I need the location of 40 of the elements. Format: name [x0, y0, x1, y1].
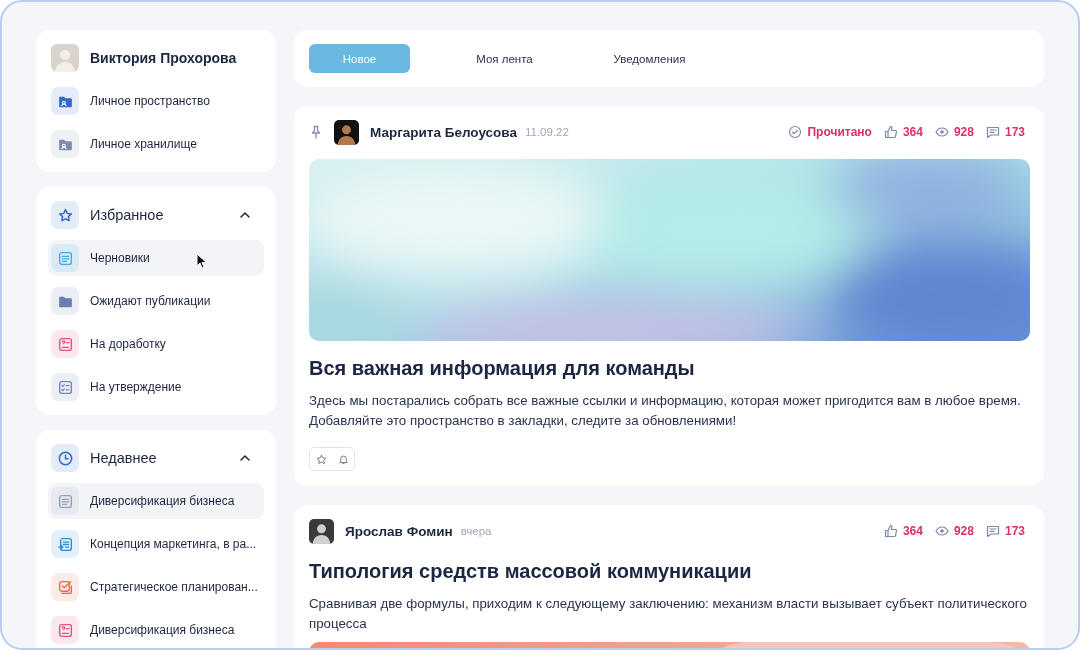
sidebar-item[interactable]: Личное хранилище [48, 126, 264, 162]
thumbs-up-icon [883, 524, 898, 538]
author-name: Ярослав Фомин [345, 523, 453, 539]
bell-icon [337, 453, 349, 465]
stat-count: 928 [953, 125, 974, 139]
post-date: вчера [460, 525, 492, 537]
user-name: Виктория Прохорова [90, 50, 237, 66]
sidebar-item[interactable]: Черновики [48, 240, 264, 276]
check-circle-icon [788, 125, 803, 139]
sidebar-item[interactable]: Стратегическое планирован... [48, 569, 264, 605]
sidebar-item[interactable]: Ожидают публикации [48, 283, 264, 319]
comment-icon [985, 524, 1000, 538]
sidebar-item[interactable]: Диверсификация бизнеса [48, 483, 264, 519]
post-title: Типология средств массовой коммуникации [309, 559, 753, 584]
stat-count: 364 [902, 125, 923, 139]
section-header[interactable]: Недавнее [48, 440, 264, 476]
thumbs-up-icon [883, 125, 898, 139]
author-name: Маргарита Белоусова [370, 124, 517, 140]
post-title: Вся важная информация для команды [309, 356, 696, 381]
post-text: Сравнивая две формулы, приходим к следующему заключению: механизм власти вызывает субъект политического процесса [309, 595, 1028, 633]
sidebar-item[interactable]: Личное пространство [48, 83, 264, 119]
stat-count: 173 [1004, 125, 1025, 139]
section-header[interactable]: Избранное [48, 197, 264, 233]
post-text: Здесь мы постарались собрать все важные ссылки и информацию, которая может пригодится вам в любое время. Добавляйте это пространство в закладки, следите за обновлениями! [309, 392, 1022, 430]
sidebar-item[interactable]: Диверсификация бизнеса [48, 612, 264, 648]
stat-count: 364 [902, 524, 923, 538]
star-icon [315, 453, 327, 465]
sidebar-item[interactable]: Концепция маркетинга, в ра... [48, 526, 264, 562]
cursor-icon [196, 253, 208, 269]
tab[interactable]: Моя лента [454, 44, 555, 73]
read-status: Прочитано [807, 125, 872, 139]
stat-count: 173 [1004, 524, 1025, 538]
tab[interactable]: Уведомления [599, 44, 700, 73]
sidebar-item[interactable]: На утверждение [48, 369, 264, 405]
eye-icon [934, 125, 949, 139]
sidebar-item[interactable]: На доработку [48, 326, 264, 362]
eye-icon [934, 524, 949, 538]
post-date: 11.09.22 [524, 126, 569, 138]
comment-icon [985, 125, 1000, 139]
stat-count: 928 [953, 524, 974, 538]
